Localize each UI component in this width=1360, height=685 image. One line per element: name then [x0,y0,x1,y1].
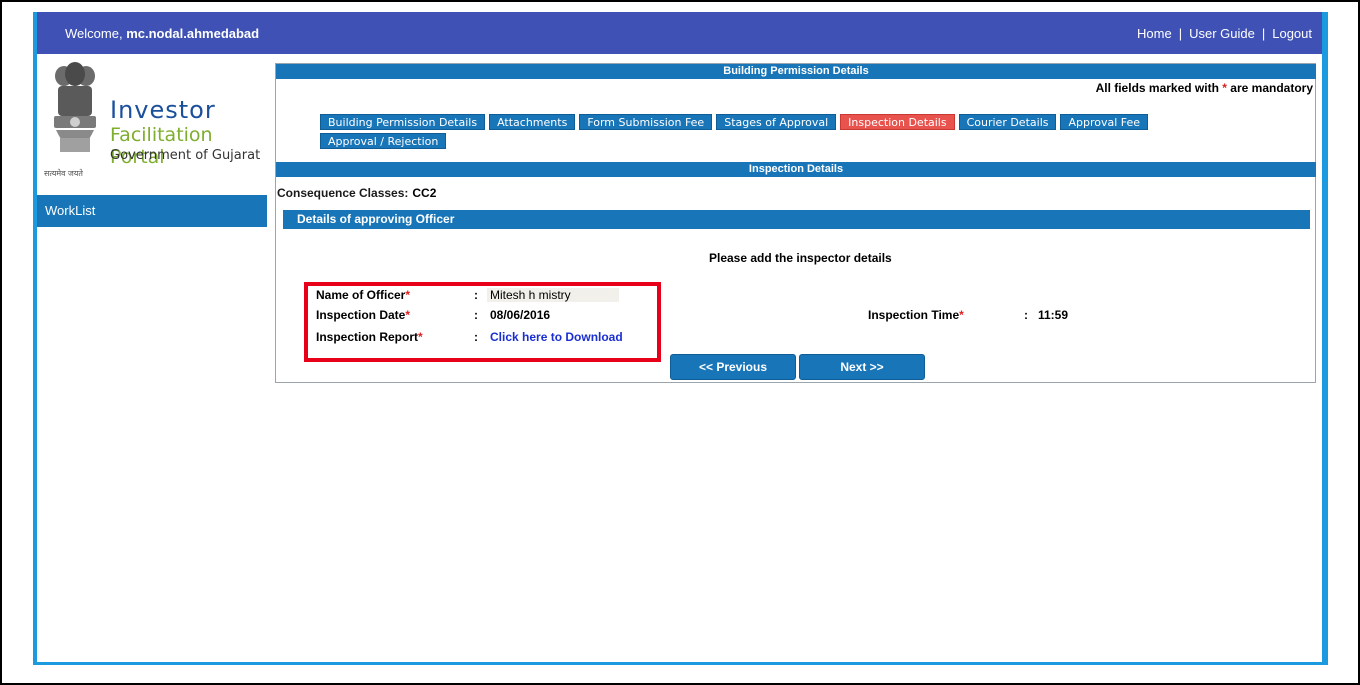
nav-separator: | [1178,26,1183,41]
consequence-label: Consequence Classes: [277,186,409,200]
welcome-text: Welcome, mc.nodal.ahmedabad [65,26,259,41]
consequence-value: CC2 [412,186,437,200]
required-star: * [405,308,411,322]
portal-logo: Investor Facilitation Portal Government … [44,60,269,180]
colon: : [474,308,478,322]
required-star: * [405,288,411,302]
logo-line-1: Investor [110,96,216,124]
main-panel: Building Permission Details All fields m… [275,63,1316,383]
download-report-link[interactable]: Click here to Download [490,330,623,344]
tab-approval-rejection[interactable]: Approval / Rejection [320,133,447,149]
officer-name-label: Name of Officer* [316,288,410,302]
officer-name-row: Name of Officer* : Mitesh h mistry [276,288,1316,304]
inspection-report-label: Inspection Report* [316,330,423,344]
previous-button[interactable]: << Previous [670,354,796,380]
left-edge [33,12,37,665]
tab-inspection-details[interactable]: Inspection Details [840,114,955,130]
sidebar-item-worklist[interactable]: WorkList [37,195,267,227]
required-star: * [1222,81,1227,95]
bottom-edge [33,662,1328,665]
tab-approval-fee[interactable]: Approval Fee [1060,114,1149,130]
officer-name-label-text: Name of Officer [316,288,406,302]
page-title: Building Permission Details [276,64,1316,79]
welcome-label: Welcome, [65,26,123,41]
section-title: Inspection Details [276,162,1316,177]
inspection-date-label-text: Inspection Date [316,308,406,322]
inspection-time-label-text: Inspection Time [868,308,960,322]
officer-section-title: Details of approving Officer [283,210,1310,229]
top-bar: Welcome, mc.nodal.ahmedabad Home | User Gu… [37,12,1322,54]
tab-bar: Building Permission Details Attachments Fo… [320,114,1260,152]
next-button[interactable]: Next >> [799,354,925,380]
officer-name-value: Mitesh h mistry [487,288,619,302]
top-nav: Home | User Guide | Logout [1137,26,1312,41]
inspection-date-label: Inspection Date* [316,308,410,322]
home-link[interactable]: Home [1137,26,1172,41]
consequence-classes: Consequence Classes: CC2 [277,186,436,200]
ashoka-emblem-icon [54,62,96,152]
mandatory-note: All fields marked with * are mandatory [1096,81,1313,95]
tab-form-submission-fee[interactable]: Form Submission Fee [579,114,713,130]
username: mc.nodal.ahmedabad [126,26,260,41]
nav-separator: | [1261,26,1266,41]
inspection-date-row: Inspection Date* : 08/06/2016 Inspection… [276,308,1316,324]
mandatory-prefix: All fields marked with [1095,81,1219,95]
user-guide-link[interactable]: User Guide [1189,26,1255,41]
tab-courier-details[interactable]: Courier Details [958,114,1057,130]
colon: : [474,330,478,344]
inspection-report-label-text: Inspection Report [316,330,419,344]
right-edge [1322,12,1328,665]
tab-stages-of-approval[interactable]: Stages of Approval [716,114,837,130]
info-text: Please add the inspector details [709,251,892,265]
required-star: * [418,330,423,344]
mandatory-suffix: are mandatory [1230,81,1313,95]
logo-line-3: Government of Gujarat [110,148,261,163]
inspection-report-row: Inspection Report* : Click here to Downl… [276,330,1316,346]
colon: : [474,288,478,302]
tab-building-permission-details[interactable]: Building Permission Details [320,114,486,130]
logout-link[interactable]: Logout [1272,26,1312,41]
inspection-time-label: Inspection Time* [868,308,964,322]
required-star: * [959,308,964,322]
logo-motto: सत्यमेव जयते [44,169,83,178]
tab-attachments[interactable]: Attachments [489,114,576,130]
colon: : [1024,308,1028,322]
inspection-date-value: 08/06/2016 [490,308,551,322]
inspection-time-value: 11:59 [1038,308,1069,322]
